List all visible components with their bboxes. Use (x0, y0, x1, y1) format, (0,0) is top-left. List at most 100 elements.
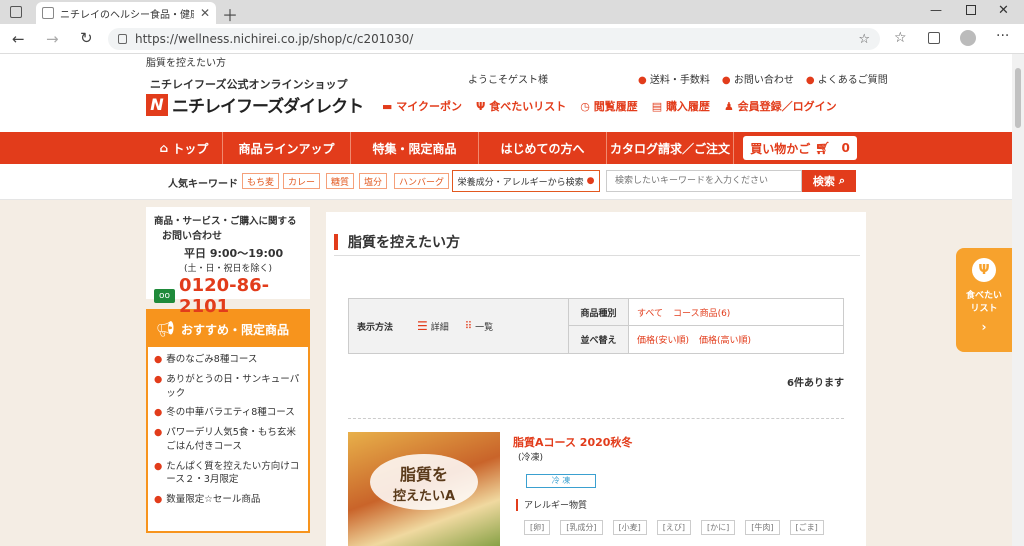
search-button[interactable]: 検索 ⌕ (802, 170, 856, 192)
display-label: 表示方法 (357, 322, 394, 333)
sort-label: 並べ替え (569, 326, 629, 353)
allergy-heading: アレルギー物質 (516, 498, 587, 511)
address-bar-row: ← → ↻ https://wellness.nichirei.co.jp/sh… (0, 24, 1024, 54)
logo-mark-icon: N (146, 93, 168, 116)
bullet-icon: ● (154, 373, 163, 385)
detail-view-toggle[interactable]: ☰ 詳細 (417, 319, 449, 333)
faq-link[interactable]: ● よくあるご質問 (806, 71, 888, 86)
vertical-scrollbar[interactable] (1012, 54, 1024, 546)
sort-low-link[interactable]: 価格(安い順) (637, 333, 689, 346)
bullet-icon: ● (154, 407, 163, 419)
arrow-circle-icon: ● (586, 176, 595, 186)
product-card: 脂質を 控えたいA 脂質Aコース 2020秋冬 (冷凍) 冷 凍 アレルギー物質… (348, 432, 844, 546)
contact-line2: お問い合わせ (162, 231, 222, 242)
type-course-link[interactable]: コース商品(6) (673, 306, 730, 319)
refresh-icon[interactable]: ↻ (80, 29, 93, 47)
list-item[interactable]: ● ありがとうの日・サンキューパック (154, 373, 304, 401)
list-item[interactable]: ● 春のなごみ8種コース (154, 353, 304, 367)
contact-link[interactable]: ● お問い合わせ (722, 71, 794, 86)
bullet-icon: ● (805, 75, 815, 86)
list-item[interactable]: ● 数量限定☆セール商品 (154, 493, 304, 507)
menu-lineup[interactable]: 商品ラインアップ (222, 132, 350, 164)
allergen-tag: [小麦] (612, 520, 647, 535)
search-input[interactable] (606, 170, 802, 192)
product-name[interactable]: 脂質Aコース 2020秋冬 (513, 434, 632, 450)
bullet-icon: ● (154, 427, 163, 439)
image-label-box: 脂質を 控えたいA (370, 454, 478, 510)
chevron-right-icon: › (981, 320, 987, 334)
favorites-icon[interactable]: ☆ (894, 30, 907, 46)
keyword-tag[interactable]: 塩分 (359, 173, 388, 189)
free-dial-icon: oo (154, 289, 176, 303)
logo-text: ニチレイフーズダイレクト (172, 97, 364, 117)
coupon-icon: ▬ (382, 100, 393, 113)
header-nav: ▬ マイクーポン Ψ 食べたいリスト ◷ 閲覧履歴 ▤ 購入履歴 ♟ 会員登録／… (382, 98, 837, 114)
allergen-tag: [卵] (524, 520, 551, 535)
shop-subtitle: ニチレイフーズ公式オンラインショップ (150, 78, 348, 91)
browser-tab[interactable]: ニチレイのヘルシー食品・健康管理食 ✕ (36, 2, 216, 24)
wish-list-link[interactable]: Ψ 食べたいリスト (476, 98, 566, 114)
page-icon (42, 7, 54, 19)
menu-special[interactable]: 特集・限定商品 (350, 132, 478, 164)
recommend-box: 📢︎ おすすめ・限定商品 ● 春のなごみ8種コース ● ありがとうの日・サンキューパ… (146, 309, 310, 533)
type-all-link[interactable]: すべて (637, 306, 663, 319)
cart-button[interactable]: 買い物かご 🛒︎ 0 (743, 136, 857, 160)
favorite-star-icon[interactable]: ☆ (858, 32, 870, 47)
back-icon[interactable]: ← (12, 30, 25, 48)
shipping-link[interactable]: ● 送料・手数料 (638, 71, 710, 86)
forward-icon[interactable]: → (46, 30, 59, 48)
menu-catalog[interactable]: カタログ請求／ご注文 (606, 132, 734, 164)
document-icon: ▤ (651, 100, 663, 113)
tab-title: ニチレイのヘルシー食品・健康管理食 (60, 9, 194, 21)
close-window-icon[interactable]: ✕ (998, 3, 1009, 18)
product-image[interactable]: 脂質を 控えたいA (348, 432, 500, 546)
bullet-icon: ● (154, 494, 163, 506)
allergy-search-button[interactable]: 栄養成分・アレルギーから検索 ● (452, 170, 600, 192)
scrollbar-thumb[interactable] (1015, 68, 1021, 128)
maximize-icon[interactable] (966, 5, 976, 15)
profile-avatar[interactable] (960, 30, 976, 46)
lock-icon (118, 34, 127, 44)
filter-panel: 表示方法 ☰ 詳細 ⠿ 一覧 商品種別 すべて コース商品(6) 並べ替え 価格(安… (348, 298, 844, 354)
site-logo[interactable]: N ニチレイフーズダイレクト (146, 92, 364, 117)
cart-count: 0 (841, 141, 850, 155)
keyword-tag[interactable]: カレー (283, 173, 321, 189)
keyword-tag[interactable]: 糖質 (326, 173, 355, 189)
bullet-icon: ● (154, 354, 163, 365)
grid-view-toggle[interactable]: ⠿ 一覧 (465, 320, 493, 333)
close-tab-icon[interactable]: ✕ (200, 6, 210, 20)
my-coupon-link[interactable]: ▬ マイクーポン (382, 98, 462, 114)
minimize-icon[interactable]: — (930, 3, 942, 17)
menu-top[interactable]: ⌂ トップ (146, 132, 222, 164)
url-field[interactable]: https://wellness.nichirei.co.jp/shop/c/c… (108, 28, 880, 50)
list-item[interactable]: ● 冬の中華バラエティ8種コース (154, 406, 304, 420)
login-link[interactable]: ♟ 会員登録／ログイン (724, 98, 837, 114)
allergen-tag: [えび] (656, 520, 691, 535)
collections-icon[interactable] (928, 32, 940, 44)
sort-high-link[interactable]: 価格(高い順) (699, 333, 751, 346)
wish-list-float-tab[interactable]: Ψ 食べたい リスト › (956, 248, 1012, 352)
keyword-tag[interactable]: ハンバーグ (394, 173, 450, 189)
heading-bar (516, 498, 518, 511)
phone-row[interactable]: oo 0120-86-2101 (154, 275, 302, 317)
list-item[interactable]: ● たんぱく質を控えたい方向けコース２・3月限定 (154, 460, 304, 488)
list-item[interactable]: ● パワーデリ人気5食・もち玄米ごはん付きコース (154, 426, 304, 454)
keyword-tag[interactable]: もち麦 (242, 173, 280, 189)
product-storage: (冷凍) (518, 453, 544, 463)
detail-list-icon: ☰ (417, 319, 428, 333)
top-links: ● 送料・手数料 ● お問い合わせ ● よくあるご質問 (638, 71, 888, 86)
tab-actions-icon[interactable] (10, 6, 22, 18)
type-row: 商品種別 すべて コース商品(6) (569, 299, 843, 326)
purchase-history-link[interactable]: ▤ 購入履歴 (652, 98, 710, 114)
main-content: 脂質を控えたい方 表示方法 ☰ 詳細 ⠿ 一覧 商品種別 すべて コース商品(6) … (326, 212, 866, 546)
menu-first-time[interactable]: はじめての方へ (478, 132, 606, 164)
fork-knife-icon: Ψ (972, 258, 996, 282)
new-tab-icon[interactable]: ＋ (222, 2, 238, 26)
browse-history-link[interactable]: ◷ 閲覧履歴 (580, 98, 637, 114)
clock-icon: ◷ (580, 100, 590, 113)
allergen-tag: [乳成分] (560, 520, 603, 535)
bullet-icon: ● (721, 75, 731, 86)
contact-holiday: (土・日・祝日を除く) (184, 264, 273, 274)
more-menu-icon[interactable]: ··· (996, 28, 1009, 44)
popular-keywords-label: 人気キーワード (168, 179, 238, 190)
